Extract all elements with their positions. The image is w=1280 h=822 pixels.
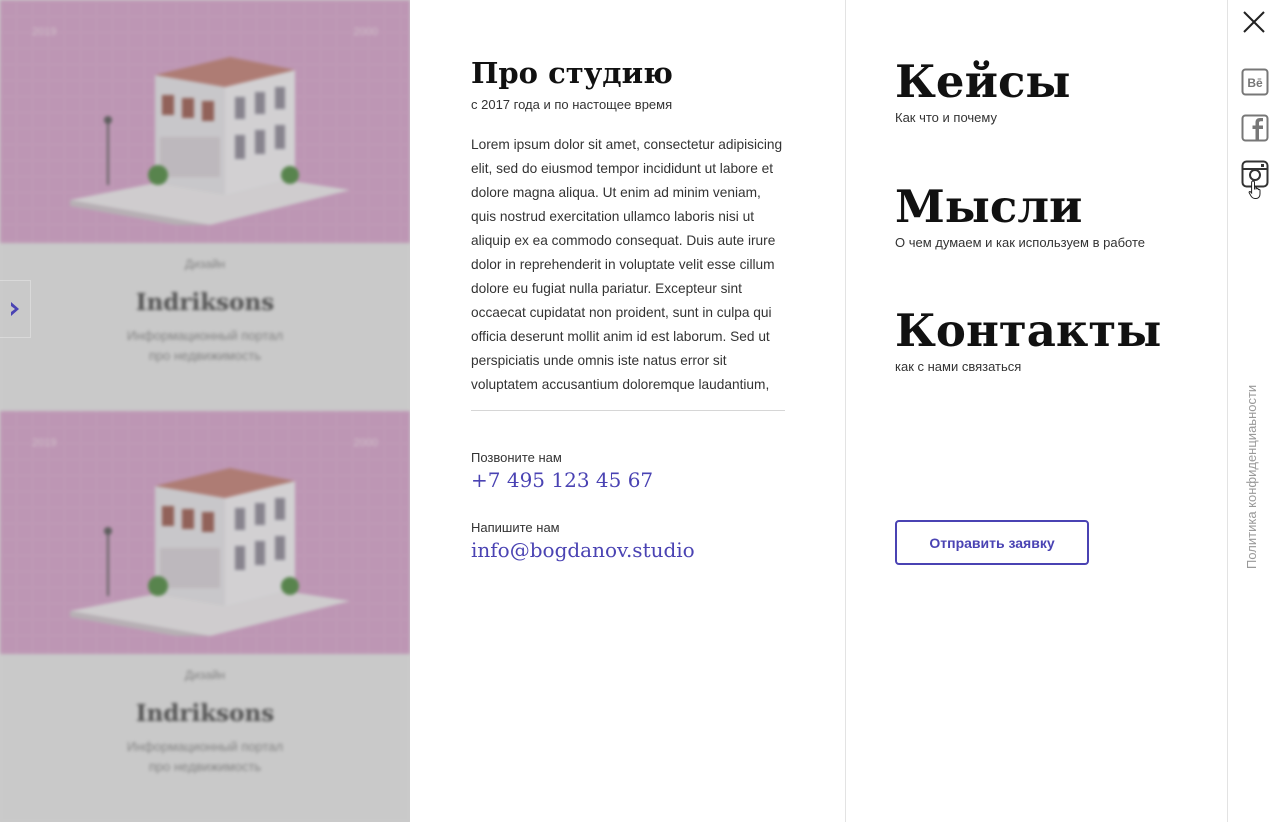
close-icon[interactable] [1242,10,1266,34]
slider-prev-button[interactable] [0,280,31,338]
svg-text:Bē: Bē [1247,76,1263,90]
behance-icon[interactable]: Bē [1241,68,1269,96]
portfolio-background: 2019 2000 Дизайн Indriksons Информационн… [0,0,410,822]
email-link[interactable]: info@bogdanov.studio [471,538,695,562]
about-panel: Про студию с 2017 года и по настощее вре… [410,0,846,822]
write-label: Напишите нам [471,520,560,535]
dim-overlay [0,0,410,822]
about-subtitle: с 2017 года и по настощее время [471,97,673,112]
menu-link-contacts[interactable]: Контакты [895,305,1161,357]
menu-link-cases[interactable]: Кейсы [895,56,1070,108]
menu-item-subtitle: О чем думаем и как используем в работе [895,235,1145,250]
menu-item-subtitle: как с нами связаться [895,359,1022,374]
privacy-policy-label: Политика конфиденциаьности [1244,384,1259,569]
phone-link[interactable]: +7 495 123 45 67 [471,468,653,492]
menu-link-thoughts[interactable]: Мысли [895,181,1145,233]
about-text: Lorem ipsum dolor sit amet, consectetur … [471,137,783,392]
facebook-icon[interactable] [1241,114,1269,142]
divider [471,410,785,411]
send-request-button[interactable]: Отправить заявку [895,520,1089,565]
call-label: Позвоните нам [471,450,562,465]
privacy-policy-link[interactable]: Политика конфиденциаьности [1238,369,1268,569]
chevron-right-icon [11,302,19,316]
menu-item-contacts: Контакты как с нами связаться [895,305,1161,375]
menu-item-thoughts: Мысли О чем думаем и как используем в ра… [895,181,1145,251]
about-title: Про студию [471,56,673,90]
menu-panel: Кейсы Как что и почему Мысли О чем думае… [846,0,1228,822]
side-rail: Bē Политика конфиденциаьности [1228,0,1280,822]
menu-item-cases: Кейсы Как что и почему [895,56,1070,126]
menu-item-subtitle: Как что и почему [895,110,997,125]
hand-cursor-icon [1248,180,1261,199]
